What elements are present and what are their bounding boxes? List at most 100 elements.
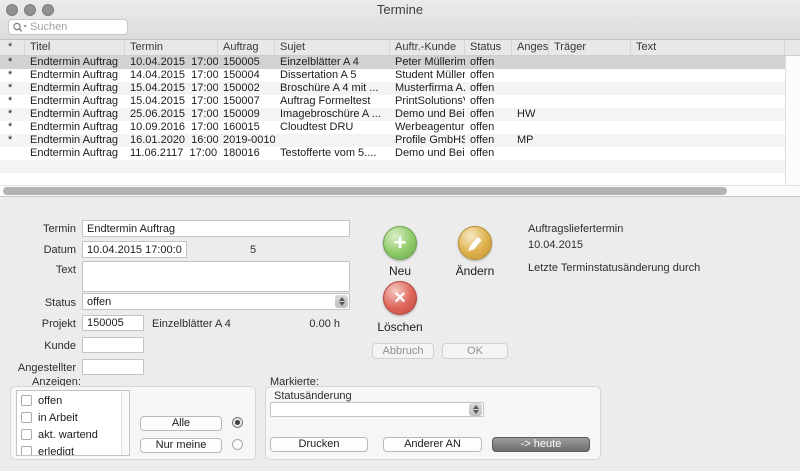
- titlebar: Termine: [0, 0, 800, 40]
- cell-status: offen: [465, 95, 512, 108]
- cell-termin: 10.04.2015 17:00: [125, 56, 218, 69]
- checkbox-icon[interactable]: [21, 429, 32, 440]
- kunde-input[interactable]: [82, 337, 144, 353]
- column-header-auftrag[interactable]: Auftrag: [218, 40, 275, 55]
- neu-button[interactable]: +: [383, 226, 417, 260]
- cell-status: offen: [465, 82, 512, 95]
- search-input[interactable]: [30, 21, 120, 33]
- statusaenderung-select[interactable]: [270, 402, 484, 417]
- cell-traeger: [549, 108, 631, 121]
- cell-status: [465, 160, 512, 173]
- filter-item-label: in Arbeit: [38, 412, 78, 424]
- cell-termin: 14.04.2015 17:00: [125, 69, 218, 82]
- cell-sujet: Broschüre A 4 mit ...: [275, 82, 390, 95]
- cell-titel: Endtermin Auftrag: [25, 108, 125, 121]
- cell-traeger: [549, 95, 631, 108]
- column-header-text[interactable]: Text: [631, 40, 785, 55]
- aendern-button[interactable]: [458, 226, 492, 260]
- cell-status: offen: [465, 147, 512, 160]
- cell-status: offen: [465, 108, 512, 121]
- cell-star: *: [0, 134, 25, 147]
- cell-auftrag: [218, 173, 275, 185]
- cell-titel: Endtermin Auftrag: [25, 56, 125, 69]
- column-header-traeger[interactable]: Träger: [549, 40, 631, 55]
- cell-status: offen: [465, 56, 512, 69]
- list-scrollbar[interactable]: [121, 391, 129, 455]
- search-field[interactable]: [8, 19, 128, 35]
- cell-text: [631, 147, 785, 160]
- abbruch-button[interactable]: Abbruch: [372, 343, 434, 359]
- cell-auftrag: 150005: [218, 56, 275, 69]
- cell-traeger: [549, 134, 631, 147]
- heute-button[interactable]: -> heute: [492, 437, 590, 452]
- column-header-titel[interactable]: Titel: [25, 40, 125, 55]
- cell-sujet: Imagebroschüre A ...: [275, 108, 390, 121]
- cell-kunde: Student Müller: [390, 69, 465, 82]
- ok-button[interactable]: OK: [442, 343, 508, 359]
- cell-kunde: [390, 160, 465, 173]
- table-row[interactable]: *Endtermin Auftrag15.04.2015 17:00150002…: [0, 82, 785, 95]
- text-input[interactable]: [82, 261, 350, 292]
- cell-status: offen: [465, 69, 512, 82]
- cell-anges: [512, 95, 549, 108]
- table-row[interactable]: *Endtermin Auftrag25.06.2015 17:00150009…: [0, 108, 785, 121]
- projekt-info: Einzelblätter A 4: [152, 318, 231, 330]
- table-row[interactable]: *Endtermin Auftrag16.01.2020 16:002019-0…: [0, 134, 785, 147]
- filter-item-in-arbeit[interactable]: in Arbeit: [17, 409, 129, 426]
- alle-radio[interactable]: [232, 417, 243, 428]
- column-header-sujet[interactable]: Sujet: [275, 40, 390, 55]
- table-row[interactable]: Endtermin Auftrag11.06.2117 17:00180016T…: [0, 147, 785, 160]
- cell-anges: [512, 173, 549, 185]
- alle-button[interactable]: Alle: [140, 416, 222, 431]
- anderer-an-button[interactable]: Anderer AN: [383, 437, 482, 452]
- horizontal-scrollbar[interactable]: [0, 185, 800, 197]
- cell-kunde: Werbeagentur ...: [390, 121, 465, 134]
- table-row[interactable]: *Endtermin Auftrag15.04.2015 17:00150007…: [0, 95, 785, 108]
- column-header-anges[interactable]: Anges...: [512, 40, 549, 55]
- cell-titel: Endtermin Auftrag: [25, 147, 125, 160]
- checkbox-icon[interactable]: [21, 395, 32, 406]
- nur-meine-radio[interactable]: [232, 439, 243, 450]
- cell-star: *: [0, 56, 25, 69]
- table-row[interactable]: *Endtermin Auftrag10.04.2015 17:00150005…: [0, 56, 785, 69]
- filter-item-akt-wartend[interactable]: akt. wartend: [17, 426, 129, 443]
- nur-meine-button[interactable]: Nur meine: [140, 438, 222, 453]
- chevron-down-icon: [339, 302, 345, 306]
- cell-titel: Endtermin Auftrag: [25, 82, 125, 95]
- cell-termin: 11.06.2117 17:00: [125, 147, 218, 160]
- filter-item-erledigt[interactable]: erledigt: [17, 443, 129, 456]
- angestellter-input[interactable]: [82, 359, 144, 375]
- column-header-termin[interactable]: Termin: [125, 40, 218, 55]
- table-row-empty: [0, 160, 785, 173]
- stepper-icon[interactable]: [335, 295, 348, 308]
- status-select[interactable]: offen: [82, 293, 350, 310]
- vertical-scrollbar[interactable]: [785, 56, 800, 185]
- cell-anges: [512, 160, 549, 173]
- stepper-icon[interactable]: [469, 403, 482, 416]
- termin-input[interactable]: [82, 220, 350, 237]
- checkbox-icon[interactable]: [21, 446, 32, 456]
- cell-star: *: [0, 121, 25, 134]
- table-row[interactable]: *Endtermin Auftrag10.09.2016 17:00160015…: [0, 121, 785, 134]
- cell-status: offen: [465, 134, 512, 147]
- column-header-status[interactable]: Status: [465, 40, 512, 55]
- loeschen-button[interactable]: ×: [383, 281, 417, 315]
- termin-label: Termin: [2, 223, 76, 235]
- projekt-input[interactable]: [82, 315, 144, 331]
- drucken-button[interactable]: Drucken: [270, 437, 368, 452]
- column-header-star[interactable]: *: [0, 40, 25, 55]
- table-row[interactable]: *Endtermin Auftrag14.04.2015 17:00150004…: [0, 69, 785, 82]
- column-header-kunde[interactable]: Auftr.-Kunde: [390, 40, 465, 55]
- app-window: Termine *TitelTerminAuftragSujetAuftr.-K…: [0, 0, 800, 471]
- table-body: *Endtermin Auftrag10.04.2015 17:00150005…: [0, 56, 785, 185]
- cell-text: [631, 160, 785, 173]
- datum-input[interactable]: [82, 241, 187, 258]
- cell-status: offen: [465, 121, 512, 134]
- checkbox-icon[interactable]: [21, 412, 32, 423]
- horizontal-scrollbar-thumb[interactable]: [3, 187, 727, 195]
- filter-item-offen[interactable]: offen: [17, 392, 129, 409]
- cell-anges: HW: [512, 108, 549, 121]
- neu-button-label: Neu: [383, 264, 417, 278]
- cell-star: *: [0, 82, 25, 95]
- cell-termin: 16.01.2020 16:00: [125, 134, 218, 147]
